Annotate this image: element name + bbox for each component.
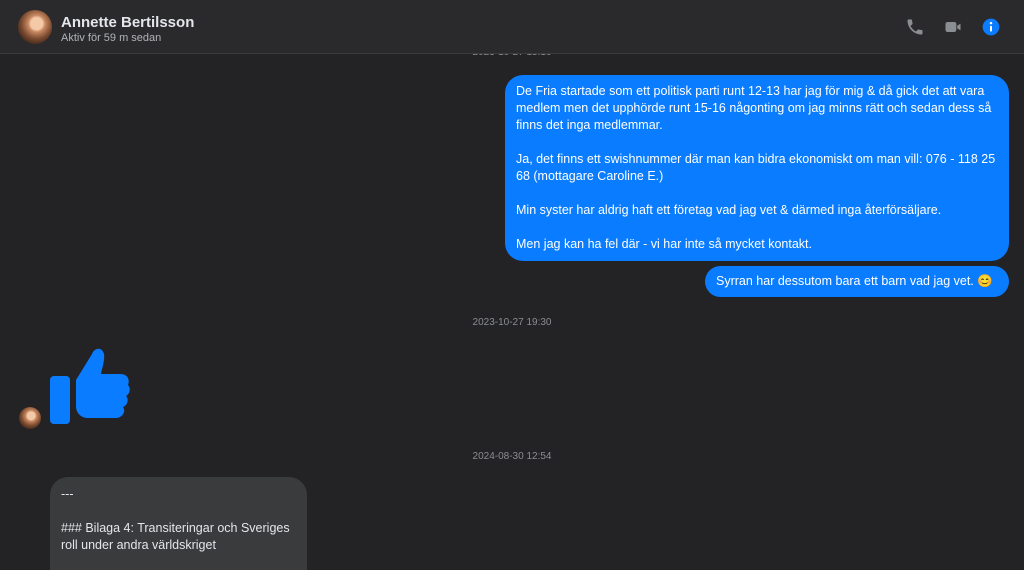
timestamp: 2023-10-27 19:30 xyxy=(472,317,552,328)
message-text: Syrran har dessutom bara ett barn vad ja… xyxy=(716,274,993,288)
message-paragraph: Men jag kan ha fel där - vi har inte så … xyxy=(516,237,812,251)
info-icon[interactable] xyxy=(981,17,1001,37)
conversation-header: Annette Bertilsson Aktiv för 59 m sedan xyxy=(0,0,1024,54)
contact-avatar[interactable] xyxy=(18,10,52,44)
message-paragraph: --- xyxy=(61,487,74,501)
contact-status: Aktiv för 59 m sedan xyxy=(61,32,162,44)
contact-name[interactable]: Annette Bertilsson xyxy=(61,14,194,31)
message-paragraph: Min syster har aldrig haft ett företag v… xyxy=(516,203,942,217)
outgoing-message[interactable]: Syrran har dessutom bara ett barn vad ja… xyxy=(705,266,1009,297)
timestamp: 2024-08-30 12:54 xyxy=(472,451,552,462)
thumbs-up-icon[interactable] xyxy=(48,344,130,426)
phone-icon[interactable] xyxy=(905,17,925,37)
message-paragraph: De Fria startade som ett politisk parti … xyxy=(516,84,992,132)
message-paragraph: ### Bilaga 4: Transiteringar och Sverige… xyxy=(61,521,290,552)
outgoing-message[interactable]: De Fria startade som ett politisk parti … xyxy=(505,75,1009,261)
message-paragraph: Ja, det finns ett swishnummer där man ka… xyxy=(516,152,996,183)
contact-avatar-small[interactable] xyxy=(19,407,41,429)
video-icon[interactable] xyxy=(943,17,963,37)
incoming-message[interactable]: --- ### Bilaga 4: Transiteringar och Sve… xyxy=(50,477,307,570)
